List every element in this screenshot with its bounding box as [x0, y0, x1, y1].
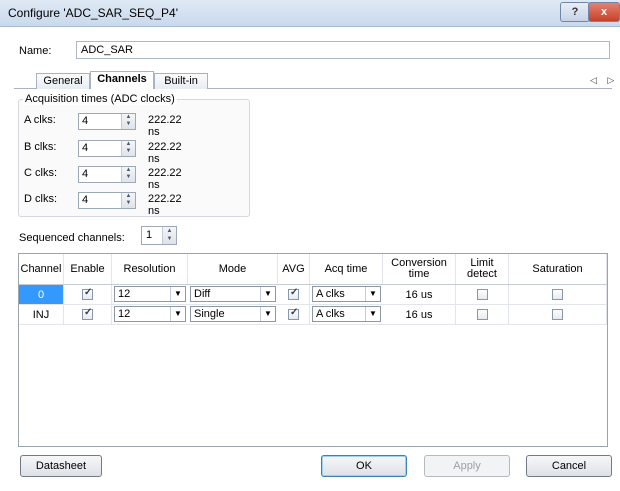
tab-built-in[interactable]: Built-in: [154, 73, 208, 89]
acq-clock-stepper[interactable]: 4 ▲ ▼: [78, 192, 136, 209]
dropdown-arrow-icon[interactable]: ▼: [170, 307, 185, 321]
checkmark-icon: ✓: [84, 287, 93, 298]
dropdown-arrow-icon[interactable]: ▼: [260, 287, 275, 301]
name-label: Name:: [19, 45, 52, 57]
window-title: Configure 'ADC_SAR_SEQ_P4': [8, 6, 178, 20]
acq-clock-value: 4: [82, 168, 89, 180]
enable-checkbox[interactable]: ✓: [82, 307, 93, 320]
acq-clock-label: C clks:: [24, 167, 57, 179]
sequenced-channels-label: Sequenced channels:: [19, 232, 125, 244]
saturation-cell: [509, 285, 607, 304]
spin-arrows-icon[interactable]: ▲ ▼: [121, 141, 135, 156]
resolution-select[interactable]: 12 ▼: [114, 286, 186, 302]
column-header[interactable]: Resolution: [112, 254, 188, 284]
combo-value: 12: [118, 288, 131, 300]
enable-cell: ✓: [64, 285, 112, 304]
avg-cell: ✓: [278, 285, 310, 304]
column-header[interactable]: Enable: [64, 254, 112, 284]
conversion-time-cell: 16 us: [383, 305, 456, 324]
combo-value: Diff: [194, 288, 211, 300]
saturation-checkbox[interactable]: [552, 309, 563, 320]
limit-detect-cell: [456, 305, 509, 324]
sequenced-channels-value: 1: [146, 229, 153, 241]
enable-cell: ✓: [64, 305, 112, 324]
acq-clock-stepper[interactable]: 4 ▲ ▼: [78, 166, 136, 183]
saturation-cell: [509, 305, 607, 324]
limit-detect-checkbox[interactable]: [476, 309, 488, 320]
acq-clock-value: 4: [82, 142, 89, 154]
column-header[interactable]: Channel: [19, 254, 64, 284]
resolution-select[interactable]: 12 ▼: [114, 306, 186, 322]
acq-clock-stepper[interactable]: 4 ▲ ▼: [78, 113, 136, 130]
channel-cell[interactable]: 0: [19, 285, 64, 304]
tab-general[interactable]: General: [36, 73, 90, 89]
column-header[interactable]: Limit detect: [456, 254, 509, 284]
acq-clock-label: B clks:: [24, 141, 57, 153]
acq-time-readout: 222.22 ns: [148, 167, 182, 191]
title-bar: Configure 'ADC_SAR_SEQ_P4' ? x: [0, 0, 620, 27]
mode-select[interactable]: Single ▼: [190, 306, 276, 322]
table-header: Channel Enable Resolution Mode AVG Acq time Co…: [19, 254, 607, 285]
dropdown-arrow-icon[interactable]: ▼: [365, 287, 380, 301]
acq-clock-label: A clks:: [24, 114, 56, 126]
combo-value: A clks: [316, 308, 345, 320]
limit-detect-checkbox[interactable]: [476, 289, 488, 300]
combo-value: A clks: [316, 288, 345, 300]
close-button[interactable]: x: [588, 2, 620, 22]
column-header[interactable]: Conversion time: [383, 254, 456, 284]
acq-time-select[interactable]: A clks ▼: [312, 306, 381, 322]
combo-value: 12: [118, 308, 131, 320]
column-header[interactable]: Mode: [188, 254, 278, 284]
tab-channels[interactable]: Channels: [90, 71, 154, 89]
avg-checkbox[interactable]: ✓: [288, 307, 299, 320]
acq-time-readout: 222.22 ns: [148, 193, 182, 217]
sequenced-channels-stepper[interactable]: 1 ▲ ▼: [141, 226, 177, 245]
channels-table: Channel Enable Resolution Mode AVG Acq time Co…: [18, 253, 608, 447]
mode-select[interactable]: Diff ▼: [190, 286, 276, 302]
acq-clock-stepper[interactable]: 4 ▲ ▼: [78, 140, 136, 157]
channel-cell[interactable]: INJ: [19, 305, 64, 324]
acq-time-select[interactable]: A clks ▼: [312, 286, 381, 302]
dropdown-arrow-icon[interactable]: ▼: [260, 307, 275, 321]
conversion-time-cell: 16 us: [383, 285, 456, 304]
apply-button[interactable]: Apply: [424, 455, 510, 477]
enable-checkbox[interactable]: ✓: [82, 287, 93, 300]
acq-time-readout: 222.22 ns: [148, 114, 182, 138]
checkmark-icon: ✓: [84, 307, 93, 318]
acq-time-readout: 222.22 ns: [148, 141, 182, 165]
column-header[interactable]: Acq time: [310, 254, 383, 284]
avg-checkbox[interactable]: ✓: [288, 287, 299, 300]
table-row[interactable]: INJ ✓ 12 ▼ Single ▼ ✓ A clks ▼ 16 us: [19, 305, 607, 325]
spin-arrows-icon[interactable]: ▲ ▼: [121, 114, 135, 129]
datasheet-button[interactable]: Datasheet: [20, 455, 102, 477]
column-header[interactable]: Saturation: [509, 254, 607, 284]
acq-clock-value: 4: [82, 194, 89, 206]
table-row[interactable]: 0 ✓ 12 ▼ Diff ▼ ✓ A clks ▼ 16 us: [19, 285, 607, 305]
help-button[interactable]: ?: [560, 2, 590, 22]
tab-scroll-arrows-icon[interactable]: ◁ ▷: [590, 75, 618, 86]
limit-detect-cell: [456, 285, 509, 304]
dropdown-arrow-icon[interactable]: ▼: [365, 307, 380, 321]
spin-arrows-icon[interactable]: ▲ ▼: [162, 227, 176, 244]
spin-arrows-icon[interactable]: ▲ ▼: [121, 167, 135, 182]
acq-clock-label: D clks:: [24, 193, 57, 205]
saturation-checkbox[interactable]: [552, 289, 563, 300]
combo-value: Single: [194, 308, 225, 320]
checkmark-icon: ✓: [290, 287, 299, 298]
cancel-button[interactable]: Cancel: [526, 455, 612, 477]
checkmark-icon: ✓: [290, 307, 299, 318]
acq-clock-value: 4: [82, 115, 89, 127]
dropdown-arrow-icon[interactable]: ▼: [170, 287, 185, 301]
column-header[interactable]: AVG: [278, 254, 310, 284]
name-input[interactable]: ADC_SAR: [76, 41, 610, 59]
ok-button[interactable]: OK: [321, 455, 407, 477]
acquisition-title: Acquisition times (ADC clocks): [23, 93, 177, 105]
avg-cell: ✓: [278, 305, 310, 324]
spin-arrows-icon[interactable]: ▲ ▼: [121, 193, 135, 208]
